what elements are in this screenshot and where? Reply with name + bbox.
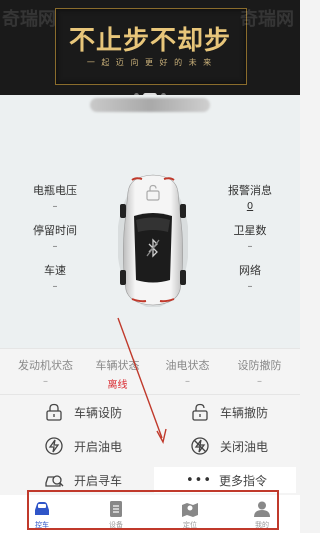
more-dots-icon: ••• (186, 472, 213, 488)
network-label: 网络 (239, 264, 261, 277)
network-metric: 网络 – (220, 262, 280, 292)
satellites-value: – (247, 241, 253, 252)
fuel-power-status: 油电状态 – (150, 357, 225, 387)
satellites-metric: 卫星数 – (220, 222, 280, 252)
parking-time-label: 停留时间 (33, 224, 77, 237)
find-car-label: 开启寻车 (74, 473, 123, 488)
fuel-power-status-value: – (185, 376, 190, 387)
promo-banner[interactable]: 奇瑞网 奇瑞网 不止步不却步 一 起 迈 向 更 好 的 未 来 (0, 0, 300, 95)
battery-voltage-label: 电瓶电压 (33, 184, 77, 197)
engine-status-value: – (43, 376, 48, 387)
arm-status: 设防撤防 – (222, 357, 297, 387)
lightning-icon (44, 436, 64, 456)
disarm-vehicle-label: 车辆撤防 (220, 405, 269, 420)
fuel-power-off-button[interactable]: 关闭油电 (150, 433, 290, 459)
battery-voltage-value: – (52, 201, 58, 212)
fuel-power-off-label: 关闭油电 (220, 439, 269, 454)
alarm-messages-count[interactable]: 0 (220, 201, 280, 212)
engine-status: 发动机状态 – (8, 357, 83, 387)
vehicle-panel: 电瓶电压 – 停留时间 – 车速 – 报警消息 0 卫星数 – 网络 – (0, 95, 300, 348)
lock-icon (44, 402, 64, 422)
annotation-highlight-box (27, 490, 279, 530)
speed-metric: 车速 – (25, 262, 85, 292)
disarm-vehicle-button[interactable]: 车辆撤防 (150, 399, 290, 425)
fuel-power-on-button[interactable]: 开启油电 (4, 433, 144, 459)
vehicle-status: 车辆状态 离线 (80, 357, 155, 391)
parking-time-value: – (52, 241, 58, 252)
fuel-power-on-label: 开启油电 (74, 439, 123, 454)
arm-vehicle-label: 车辆设防 (74, 405, 123, 420)
more-commands-label: 更多指令 (219, 473, 268, 488)
arm-status-value: – (257, 376, 262, 387)
battery-voltage-metric: 电瓶电压 – (25, 182, 85, 212)
lightning-off-icon (190, 436, 210, 456)
fuel-power-status-label: 油电状态 (165, 359, 210, 372)
alarm-messages-label: 报警消息 (228, 184, 272, 197)
car-search-icon (44, 470, 64, 490)
banner-subtitle: 一 起 迈 向 更 好 的 未 来 (86, 58, 214, 67)
car-top-view-image (118, 174, 188, 307)
carousel-indicator (0, 85, 300, 95)
vehicle-status-bar: 发动机状态 – 车辆状态 离线 油电状态 – 设防撤防 – (0, 348, 300, 395)
banner-title: 不止步不却步 (68, 26, 231, 56)
license-plate-blurred (90, 98, 210, 112)
parking-time-metric: 停留时间 – (25, 222, 85, 252)
satellites-label: 卫星数 (233, 224, 267, 237)
alarm-messages-metric[interactable]: 报警消息 0 (220, 182, 280, 212)
vehicle-status-value: 离线 (107, 380, 128, 391)
speed-label: 车速 (44, 264, 66, 277)
arm-vehicle-button[interactable]: 车辆设防 (4, 399, 144, 425)
arm-status-label: 设防撤防 (237, 359, 282, 372)
network-value: – (247, 281, 253, 292)
control-commands: 车辆设防 车辆撤防 开启油电 关闭油电 开启寻车 ••• 更多指令 (0, 395, 300, 495)
unlock-icon (190, 402, 210, 422)
speed-value: – (52, 281, 58, 292)
vehicle-status-label: 车辆状态 (95, 359, 140, 372)
engine-status-label: 发动机状态 (18, 359, 73, 372)
